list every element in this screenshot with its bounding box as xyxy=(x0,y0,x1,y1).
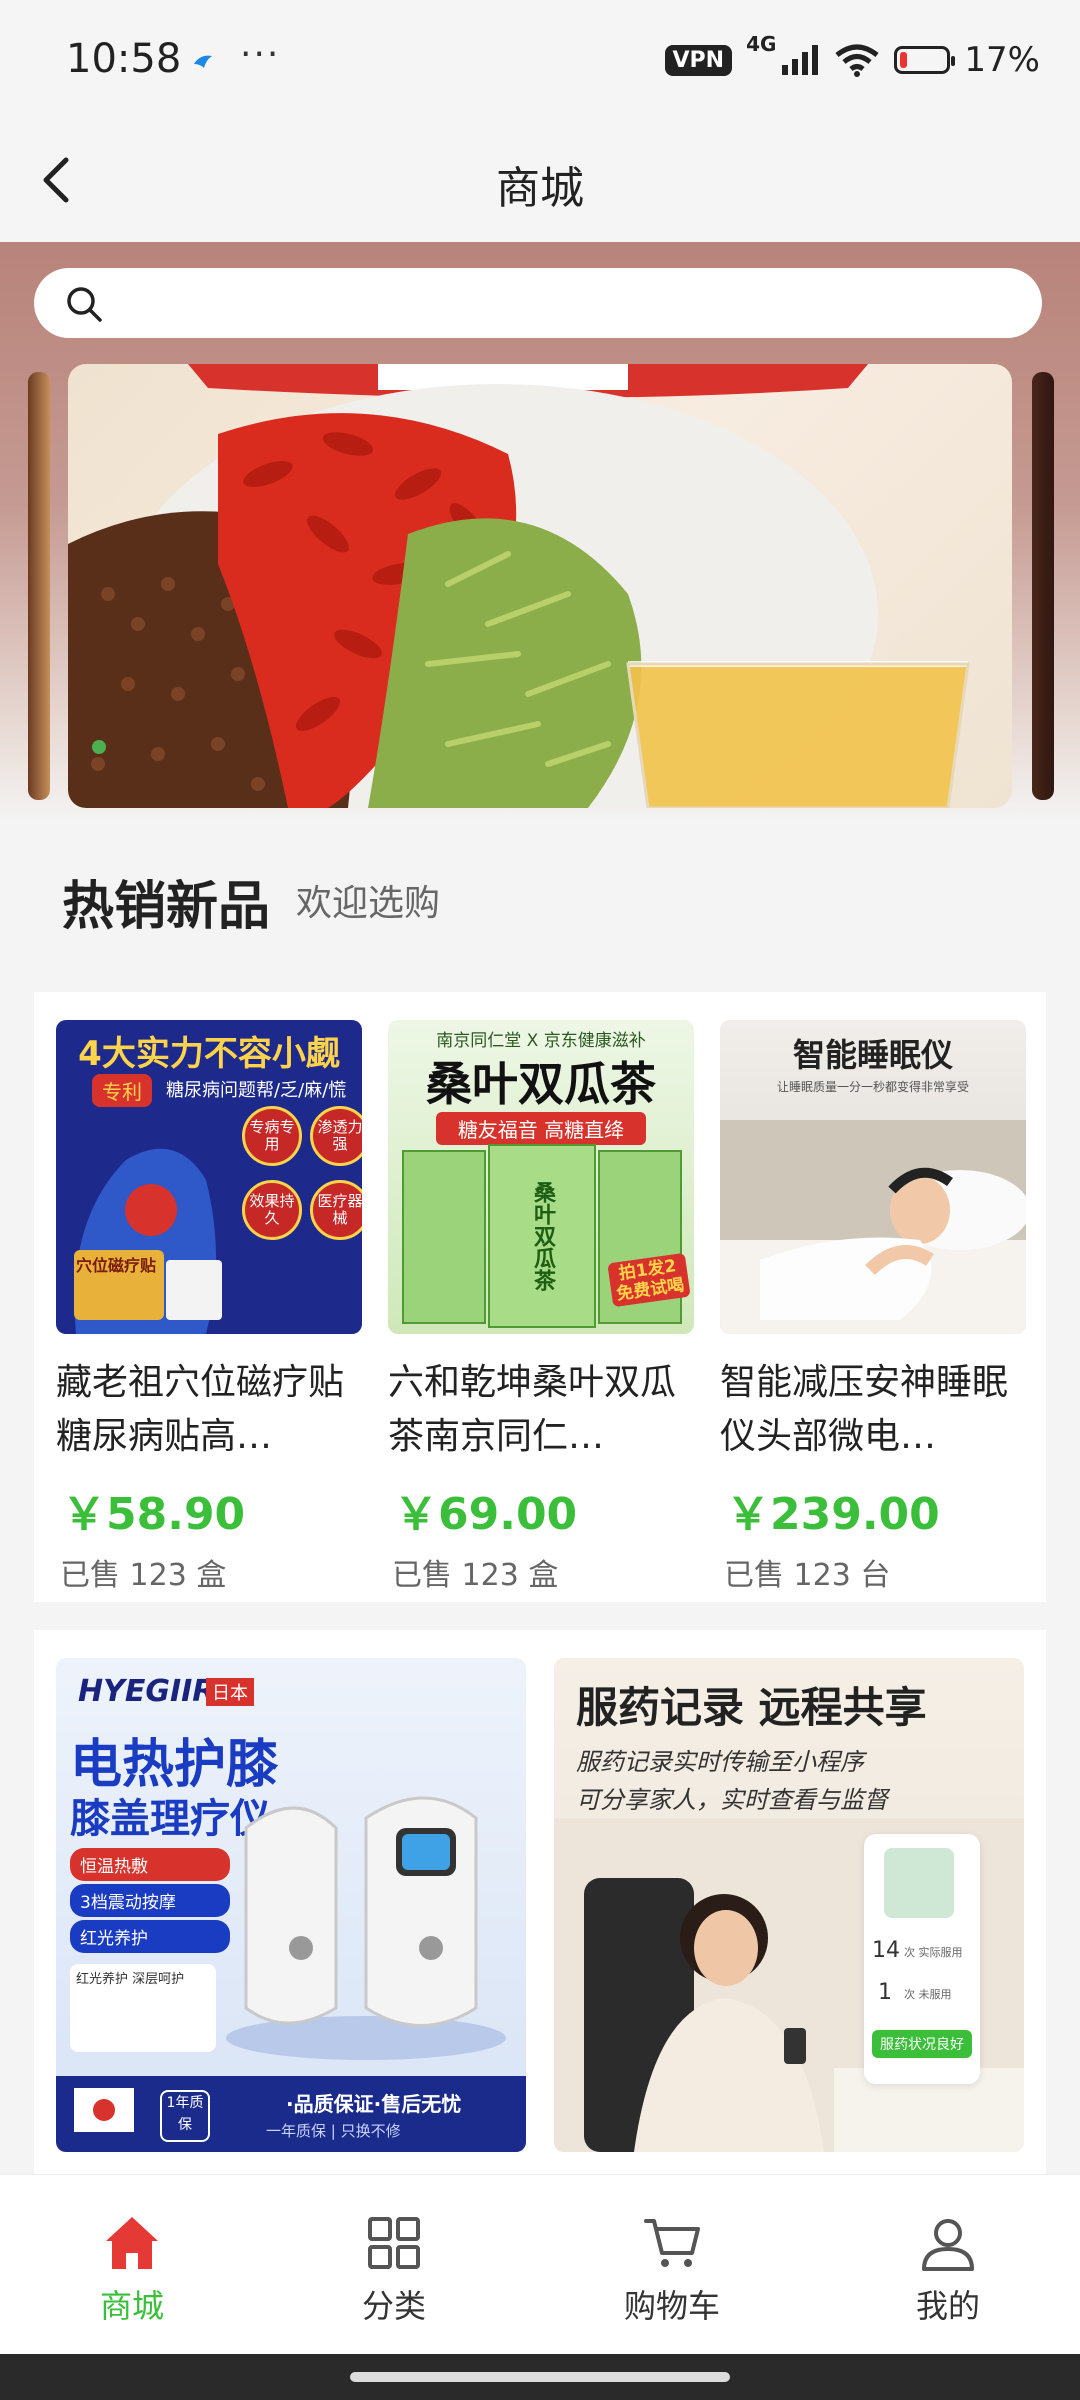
section-title: 热销新品 xyxy=(62,877,271,937)
promo-brand-tag: 日本 xyxy=(206,1678,254,1706)
nav-label: 商城 xyxy=(99,2287,164,2325)
search-icon xyxy=(67,287,102,322)
warranty-badge: 1年质保 xyxy=(160,2090,210,2142)
product-image: 南京同仁堂 X 京东健康滋补 桑叶双瓜茶 糖友福音 高糖直绛 桑叶双瓜茶 拍1发… xyxy=(388,1020,694,1334)
promo-inset: 红光养护 深层呵护 xyxy=(70,1964,216,2052)
home-gesture-handle[interactable] xyxy=(350,2372,730,2382)
thumb-banner: 糖友福音 高糖直绛 xyxy=(436,1112,646,1145)
nav-item-profile[interactable]: 我的 xyxy=(848,2211,1048,2327)
knee-device-illustration xyxy=(226,1796,506,2060)
signal-icon xyxy=(782,45,819,75)
promo-inset-label: 红光养护 深层呵护 xyxy=(76,1972,185,1987)
search-input[interactable] xyxy=(34,268,1042,338)
thumb-subline: 让睡眠质量一分一秒都变得非常享受 xyxy=(776,1080,969,1094)
battery-level xyxy=(900,52,908,68)
cart-icon xyxy=(644,2219,700,2267)
carousel-indicator xyxy=(92,740,106,754)
page-title: 商城 xyxy=(496,163,584,214)
product-card[interactable]: 南京同仁堂 X 京东健康滋补 桑叶双瓜茶 糖友福音 高糖直绛 桑叶双瓜茶 拍1发… xyxy=(388,1020,694,1594)
sleep-illustration xyxy=(720,1120,1026,1334)
thumb-subline: 糖尿病问题帮/乏/麻/慌 xyxy=(166,1080,347,1101)
product-price: ￥69.00 xyxy=(394,1489,578,1540)
promo-guarantee: ·品质保证·售后无忧 xyxy=(286,2092,462,2116)
product-card[interactable]: 智能睡眠仪 让睡眠质量一分一秒都变得非常享受 智能减压安神睡眠仪头部微电… ￥2… xyxy=(720,1020,1026,1594)
thumb-headline: 智能睡眠仪 xyxy=(792,1036,953,1074)
phone-card: 14 次 实际服用 1 次 未服用 服药状况良好 xyxy=(864,1834,980,2084)
battery-percent: 17% xyxy=(964,40,1040,80)
promo-line: 可分享家人，实时查看与监督 xyxy=(576,1786,888,1814)
vpn-badge: VPN xyxy=(664,44,733,76)
avatar xyxy=(884,1848,954,1918)
product-name: 智能减压安神睡眠仪头部微电… xyxy=(720,1362,1009,1457)
user-icon xyxy=(922,2219,974,2271)
japan-flag-icon xyxy=(74,2088,134,2132)
badge-grid: 专病专用 渗透力强 效果持久 医疗器械 xyxy=(242,1106,362,1240)
thumb-headline: 4大实力不容小觑 xyxy=(78,1034,340,1074)
bottom-nav: 商城 分类 购物车 我的 xyxy=(0,2174,1080,2355)
promo-footer: 1年质保 ·品质保证·售后无忧 一年质保 | 只换不修 xyxy=(56,2076,526,2152)
header: 商城 xyxy=(0,120,1080,242)
app-notification-icon xyxy=(194,55,212,68)
network-type: 4G xyxy=(746,32,777,56)
carousel-banner[interactable] xyxy=(68,364,1012,808)
stat-label: 次 未服用 xyxy=(904,1988,952,2001)
product-sold-count: 已售 123 盒 xyxy=(60,1558,227,1593)
stat-value: 14 xyxy=(872,1938,900,1963)
wifi-icon xyxy=(835,44,879,77)
promo-line: 服药记录实时传输至小程序 xyxy=(576,1748,864,1776)
thumb-headline: 桑叶双瓜茶 xyxy=(426,1057,656,1111)
status-badge: 服药状况良好 xyxy=(872,2030,972,2058)
badge: 医疗器械 xyxy=(310,1180,362,1240)
product-card[interactable]: 4大实力不容小觑 专利 糖尿病问题帮/乏/麻/慌 穴位磁疗贴 专病专用 渗透力强… xyxy=(56,1020,362,1594)
promo-card-medication[interactable]: 服药记录 远程共享 服药记录实时传输至小程序 可分享家人，实时查看与监督 14 … xyxy=(554,1658,1024,2152)
thumb-box-label: 穴位磁疗贴 xyxy=(76,1256,157,1275)
gesture-bar xyxy=(0,2354,1080,2400)
banner-area xyxy=(0,242,1080,822)
nav-item-category[interactable]: 分类 xyxy=(294,2211,494,2327)
grid-icon xyxy=(368,2217,420,2269)
status-bar: 10:58 ··· VPN 4G 17% xyxy=(0,0,1080,120)
body-illustration xyxy=(74,1148,222,1334)
product-sold-count: 已售 123 台 xyxy=(724,1558,891,1593)
promo-card-knee[interactable]: HYEGIIR 日本 电热护膝 膝盖理疗仪 恒温热敷 3档震动按摩 红光养护 红… xyxy=(56,1658,526,2152)
hot-products-panel: 4大实力不容小觑 专利 糖尿病问题帮/乏/麻/慌 穴位磁疗贴 专病专用 渗透力强… xyxy=(34,992,1046,1602)
nav-label: 购物车 xyxy=(623,2287,720,2325)
banner-illustration xyxy=(68,364,970,808)
promo-guarantee-sub: 一年质保 | 只换不修 xyxy=(266,2122,401,2140)
nav-label: 分类 xyxy=(361,2287,426,2325)
product-name: 六和乾坤桑叶双瓜茶南京同仁… xyxy=(388,1362,677,1457)
product-image: 智能睡眠仪 让睡眠质量一分一秒都变得非常享受 xyxy=(720,1020,1026,1334)
tea-box-label: 桑叶双瓜茶 xyxy=(488,1144,596,1328)
carousel-prev-card[interactable] xyxy=(28,372,50,800)
section-subtitle: 欢迎选购 xyxy=(296,883,441,924)
tea-box xyxy=(402,1150,486,1324)
status-time: 10:58 xyxy=(66,36,182,82)
badge: 专病专用 xyxy=(242,1106,302,1166)
carousel-next-card[interactable] xyxy=(1032,372,1054,800)
product-image: 4大实力不容小觑 专利 糖尿病问题帮/乏/麻/慌 穴位磁疗贴 专病专用 渗透力强… xyxy=(56,1020,362,1334)
battery-icon xyxy=(894,46,956,74)
badge: 渗透力强 xyxy=(310,1106,362,1166)
nav-item-cart[interactable]: 购物车 xyxy=(572,2211,772,2327)
feature-pill: 红光养护 xyxy=(70,1920,230,1953)
badge: 效果持久 xyxy=(242,1180,302,1240)
promo-panel: HYEGIIR 日本 电热护膝 膝盖理疗仪 恒温热敷 3档震动按摩 红光养护 红… xyxy=(34,1630,1046,2190)
more-notifications-icon: ··· xyxy=(240,34,281,75)
product-price: ￥239.00 xyxy=(726,1489,940,1540)
feature-pill: 3档震动按摩 xyxy=(70,1884,230,1917)
stat-value: 1 xyxy=(878,1980,892,2005)
nav-label: 我的 xyxy=(915,2287,980,2325)
stat-label: 次 实际服用 xyxy=(904,1946,963,1959)
product-sold-count: 已售 123 盒 xyxy=(392,1558,559,1593)
product-name: 藏老祖穴位磁疗贴糖尿病贴高… xyxy=(56,1362,345,1457)
promo-title: 服药记录 远程共享 xyxy=(576,1683,927,1732)
home-icon xyxy=(106,2217,158,2269)
promo-brand: HYEGIIR xyxy=(78,1674,216,1709)
feature-pill: 恒温热敷 xyxy=(70,1848,230,1881)
product-price: ￥58.90 xyxy=(62,1489,246,1540)
nav-item-home[interactable]: 商城 xyxy=(32,2211,232,2327)
status-icons: VPN 4G 17% xyxy=(664,32,1040,80)
